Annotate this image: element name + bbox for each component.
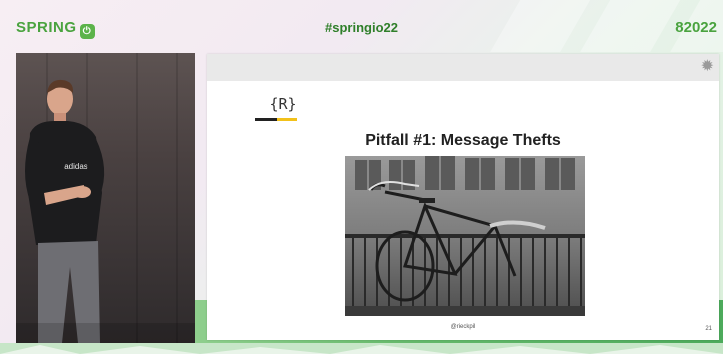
event-year: 82022 <box>675 19 717 36</box>
slide-page-number: 21 <box>705 326 712 332</box>
conference-header: SPRING ⏻ #springio22 82022 <box>0 0 723 52</box>
speaker-figure: adidas <box>16 79 195 343</box>
presentation-slide: ✹ {R} Pitfall #1: Message Thefts @rieckp… <box>207 54 719 340</box>
gear-icon[interactable]: ✹ <box>701 58 714 76</box>
bicycle-photo <box>345 156 585 316</box>
speaker-video: adidas <box>16 53 195 343</box>
slide-logo-underline <box>255 118 297 121</box>
year-prefix: 8 <box>675 19 684 36</box>
bicycle-image <box>345 156 585 316</box>
slide-title: Pitfall #1: Message Thefts <box>365 132 561 149</box>
slide-top-bar <box>207 54 719 81</box>
svg-text:adidas: adidas <box>64 162 88 171</box>
slide-logo: {R} <box>269 95 297 113</box>
year-text: 2022 <box>683 19 717 36</box>
bottom-decoration <box>0 343 723 354</box>
slide-credit: @rieckpil <box>450 324 476 330</box>
